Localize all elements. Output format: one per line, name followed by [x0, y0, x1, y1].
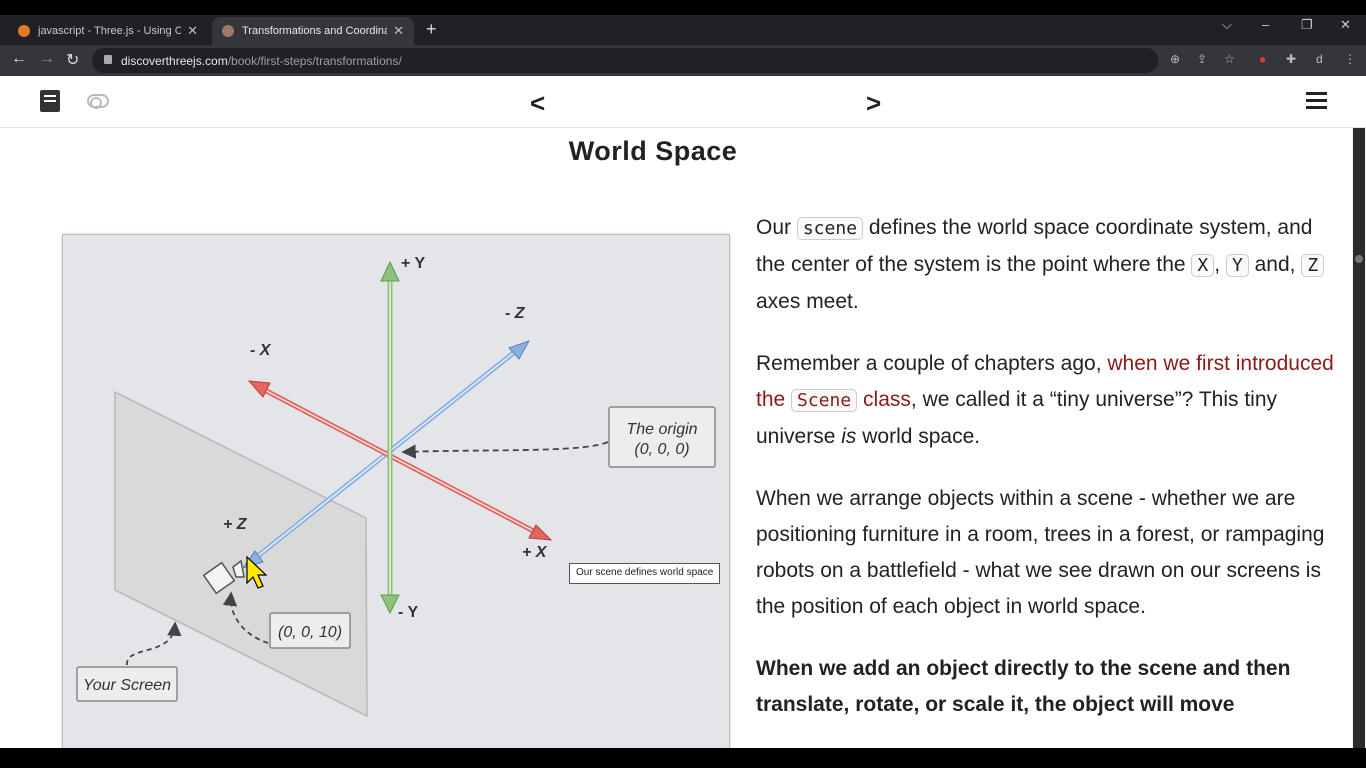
new-tab-button[interactable]: +	[426, 19, 437, 40]
axis-label-neg-y: - Y	[398, 604, 418, 621]
inline-code-z: Z	[1301, 254, 1325, 277]
axis-label-neg-x: - X	[250, 342, 272, 359]
book-icon[interactable]	[40, 90, 60, 112]
tab-title: Transformations and Coordinate	[242, 25, 388, 37]
tab-transformations[interactable]: Transformations and Coordinate ✕	[212, 17, 414, 45]
minimize-button[interactable]: –	[1262, 17, 1269, 32]
browser-frame: javascript - Three.js - Using Cube ✕ Tra…	[0, 0, 1366, 768]
previous-chapter-icon[interactable]: <	[530, 88, 545, 119]
x-axis-arrow-pos	[528, 524, 553, 541]
world-space-diagram: + Y - Y - Z + Z - X + X The origin (0, 0…	[62, 234, 730, 748]
origin-label: The origin	[626, 421, 697, 438]
axis-label-pos-y: + Y	[401, 255, 426, 272]
reload-icon[interactable]: ↻	[66, 50, 79, 70]
stackoverflow-favicon-icon	[18, 25, 30, 37]
paragraph-2: Remember a couple of chapters ago, when …	[756, 352, 1334, 448]
paragraph-4: When we add an object directly to the sc…	[756, 657, 1291, 716]
next-chapter-icon[interactable]: >	[866, 88, 881, 119]
tab-search-icon[interactable]: ⌵	[1222, 17, 1232, 33]
web-page: < > World Space + Y - Y - Z + Z - X + X …	[0, 76, 1366, 748]
site-favicon-icon	[222, 25, 234, 37]
y-axis-arrow-pos	[380, 260, 400, 282]
y-axis-arrow-neg	[380, 594, 400, 615]
site-top-nav: < >	[0, 76, 1366, 128]
close-tab-icon[interactable]: ✕	[393, 23, 404, 39]
url-text: discoverthreejs.com/book/first-steps/tra…	[121, 54, 402, 68]
profile-avatar[interactable]: d	[1316, 52, 1323, 66]
paragraph-3: When we arrange objects within a scene -…	[756, 487, 1325, 618]
tab-threejs-cube[interactable]: javascript - Three.js - Using Cube ✕	[8, 17, 208, 45]
figure-tooltip: Our scene defines world space	[569, 563, 721, 584]
x-axis-arrow-neg	[247, 380, 271, 398]
theme-toggle-icon[interactable]	[87, 94, 109, 109]
screen-pointer	[126, 621, 182, 666]
close-tab-icon[interactable]: ✕	[187, 23, 198, 39]
browser-menu-icon[interactable]: ⋮	[1344, 52, 1356, 66]
page-title: World Space	[568, 136, 738, 166]
axis-label-pos-x: + X	[522, 544, 548, 561]
hamburger-menu-icon[interactable]	[1306, 92, 1327, 109]
inline-code-scene: scene	[796, 217, 864, 240]
lock-icon	[104, 55, 112, 64]
close-window-button[interactable]: ✕	[1340, 17, 1351, 33]
inline-code-x: X	[1191, 254, 1215, 277]
scroll-position-marker	[1355, 255, 1363, 263]
extensions-puzzle-icon[interactable]: ✚	[1286, 52, 1296, 66]
screen-label: Your Screen	[83, 677, 171, 694]
scrollbar-thumb[interactable]	[1353, 128, 1365, 748]
camera-coords: (0, 0, 10)	[278, 624, 342, 641]
origin-coords: (0, 0, 0)	[634, 441, 689, 458]
share-icon[interactable]: ⇪	[1197, 52, 1207, 66]
back-arrow-icon[interactable]: ←	[11, 50, 27, 68]
inline-code-y: Y	[1225, 254, 1249, 277]
browser-toolbar: ← → ↻ discoverthreejs.com/book/first-ste…	[0, 45, 1366, 76]
bookmark-star-icon[interactable]: ☆	[1224, 52, 1235, 66]
restore-button[interactable]: ❐	[1301, 17, 1313, 33]
diagram-svg: + Y - Y - Z + Z - X + X The origin (0, 0…	[76, 255, 716, 718]
axis-label-pos-z: + Z	[223, 516, 248, 533]
forward-arrow-icon[interactable]: →	[39, 50, 55, 68]
address-bar[interactable]: discoverthreejs.com/book/first-steps/tra…	[92, 48, 1158, 73]
inline-code-scene-class: Scene	[791, 389, 858, 412]
origin-pointer	[401, 441, 609, 459]
axis-label-neg-z: - Z	[505, 305, 526, 322]
article-body: Our scene defines the world space coordi…	[756, 210, 1336, 748]
tab-title: javascript - Three.js - Using Cube	[38, 25, 182, 37]
tab-bar: javascript - Three.js - Using Cube ✕ Tra…	[0, 15, 1366, 45]
paragraph-1: Our scene defines the world space coordi…	[756, 210, 1336, 320]
zoom-icon[interactable]: ⊕	[1170, 52, 1180, 66]
extension-icon[interactable]: ●	[1259, 52, 1266, 66]
